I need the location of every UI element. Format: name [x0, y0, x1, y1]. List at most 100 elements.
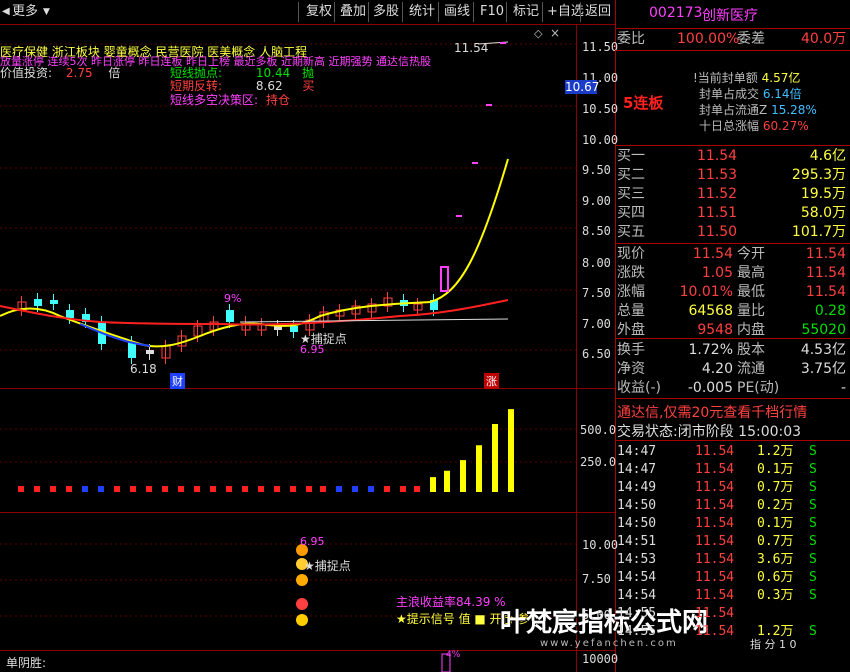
candle-body — [50, 300, 58, 304]
trade-status: 交易状态:闭市阶段 15:00:03 — [617, 424, 802, 440]
bid-row[interactable]: 买四 11.51 58.0万 — [617, 204, 848, 222]
stock-name: 创新医疗 — [702, 8, 758, 24]
catch-point-value: 6.95 — [300, 343, 325, 356]
price-axis-label: 8.50 — [582, 224, 611, 238]
volume-bar — [274, 486, 280, 492]
kline-chart[interactable] — [0, 24, 576, 672]
volume-bar — [492, 424, 498, 492]
ind-axis-label: 5.00 — [582, 608, 611, 622]
volume-bar — [18, 486, 24, 492]
volume-bar — [82, 486, 88, 492]
stock-code: 002173 — [649, 5, 703, 21]
tick-row: 14:51 11.54 0.7万 S — [617, 534, 817, 549]
price-axis-label: 8.00 — [582, 256, 611, 270]
return-button[interactable]: 返回 — [585, 3, 611, 21]
volume-bar — [460, 460, 466, 492]
quote-panel: 002173 创新医疗 委比 100.00% 委差 40.0万 5连板 !当前封… — [615, 0, 850, 672]
ind-axis-label: 10.00 — [582, 538, 619, 552]
stat-row: 外盘 9548 内盘 55020 — [617, 322, 846, 338]
add-watchlist-button[interactable]: +自选 — [547, 3, 584, 21]
bid-row[interactable]: 买一 11.54 4.6亿 — [617, 147, 848, 165]
volume-bar — [66, 486, 72, 492]
stat-row: 涨幅 10.01% 最低 11.54 — [617, 284, 846, 300]
fundamental-row: 净资 4.20 流通 3.75亿 — [617, 361, 846, 377]
volume-bar — [162, 486, 168, 492]
stat-row: 涨跌 1.05 最高 11.54 — [617, 265, 846, 281]
volume-bar — [384, 486, 390, 492]
price-axis-label: 9.00 — [582, 194, 611, 208]
price-axis-label: 10.00 — [582, 133, 619, 147]
money-bag-icon — [296, 574, 308, 586]
volume-bar — [352, 486, 358, 492]
bid-row[interactable]: 买三 11.52 19.5万 — [617, 185, 848, 203]
stat-row: 现价 11.54 今开 11.54 — [617, 246, 846, 262]
current-price-tag: 10.67 — [565, 80, 600, 94]
ad-banner[interactable]: 通达信,仅需20元查看千档行情 — [617, 402, 807, 422]
volume-bar — [226, 486, 232, 492]
price-axis-label: 9.50 — [582, 163, 611, 177]
chevron-down-icon[interactable]: ▼ — [43, 3, 50, 21]
volume-bar — [178, 486, 184, 492]
volume-bar — [400, 486, 406, 492]
volume-bar — [414, 486, 420, 492]
volume-bar — [130, 486, 136, 492]
volume-bar — [98, 486, 104, 492]
ma-white-line — [239, 318, 509, 323]
volume-bar — [508, 409, 514, 492]
candle-body — [290, 326, 298, 332]
axis-divider — [576, 24, 577, 672]
vol-axis-label: 250.0 — [580, 455, 617, 469]
bid-row[interactable]: 买二 11.53 295.3万 — [617, 166, 848, 184]
tick-row: 14:53 11.54 3.6万 S — [617, 552, 817, 567]
volume-bar — [50, 486, 56, 492]
tick-row: 14:55 11.54 1.2万 S — [617, 624, 817, 639]
ind-catch-label: ★捕捉点 — [304, 559, 351, 573]
volume-bar — [476, 445, 482, 492]
back-arrow-icon[interactable]: ◀ — [2, 3, 10, 21]
tick-row: 14:47 11.54 1.2万 S — [617, 444, 817, 459]
tick-row: 14:55 11.54 — [617, 606, 735, 621]
bottom-axis-label: 10000 — [582, 652, 619, 666]
volume-bar — [368, 486, 374, 492]
tick-row: 14:50 11.54 0.1万 S — [617, 516, 817, 531]
volume-bar — [290, 486, 296, 492]
tick-row: 14:47 11.54 0.1万 S — [617, 462, 817, 477]
price-axis-label: 10.50 — [582, 102, 619, 116]
more-button[interactable]: 更多 — [12, 3, 38, 21]
face-icon — [296, 614, 308, 626]
limit-up-badge[interactable]: 涨 — [484, 373, 499, 389]
multi-stock-button[interactable]: 多股 — [373, 3, 399, 21]
volume-bar — [242, 486, 248, 492]
diamond-gem-icon — [296, 598, 308, 610]
peak-price-label: 11.54 — [454, 41, 489, 55]
tick-row: 14:49 11.54 0.7万 S — [617, 480, 817, 495]
price-axis-label: 11.50 — [582, 40, 619, 54]
volume-bar — [306, 486, 312, 492]
draw-line-button[interactable]: 画线 — [444, 3, 470, 21]
pct-label: 9% — [224, 292, 242, 305]
single-yin-label: 单阴胜: — [6, 656, 47, 670]
volume-bar — [210, 486, 216, 492]
fundamental-row: 收益(-) -0.005 PE(动) - — [617, 380, 846, 396]
price-axis-label: 7.50 — [582, 286, 611, 300]
volume-bar — [430, 477, 436, 492]
stat-row: 总量 64568 量比 0.28 — [617, 303, 846, 319]
f10-button[interactable]: F10 — [480, 3, 504, 21]
lianban-label: 5连板 — [623, 94, 664, 112]
tick-row: 14:54 11.54 0.3万 S — [617, 588, 817, 603]
finance-badge[interactable]: 财 — [170, 373, 185, 389]
bottom-pct-label: 4% — [446, 650, 461, 660]
main-wave-return: 主浪收益率84.39 % — [396, 595, 506, 609]
price-axis-label: 7.00 — [582, 317, 611, 331]
mark-button[interactable]: 标记 — [513, 3, 539, 21]
fuquan-button[interactable]: 复权 — [306, 3, 332, 21]
overlay-button[interactable]: 叠加 — [340, 3, 366, 21]
fundamental-row: 换手 1.72% 股本 4.53亿 — [617, 342, 846, 358]
stats-button[interactable]: 统计 — [409, 3, 435, 21]
vol-axis-label: 500.0 — [580, 423, 617, 437]
limit-up-candle — [440, 266, 449, 292]
low-price-label: 6.18 — [130, 362, 157, 376]
bid-row[interactable]: 买五 11.50 101.7万 — [617, 223, 848, 241]
candle-body — [226, 310, 234, 322]
tick-row: 14:54 11.54 0.6万 S — [617, 570, 817, 585]
